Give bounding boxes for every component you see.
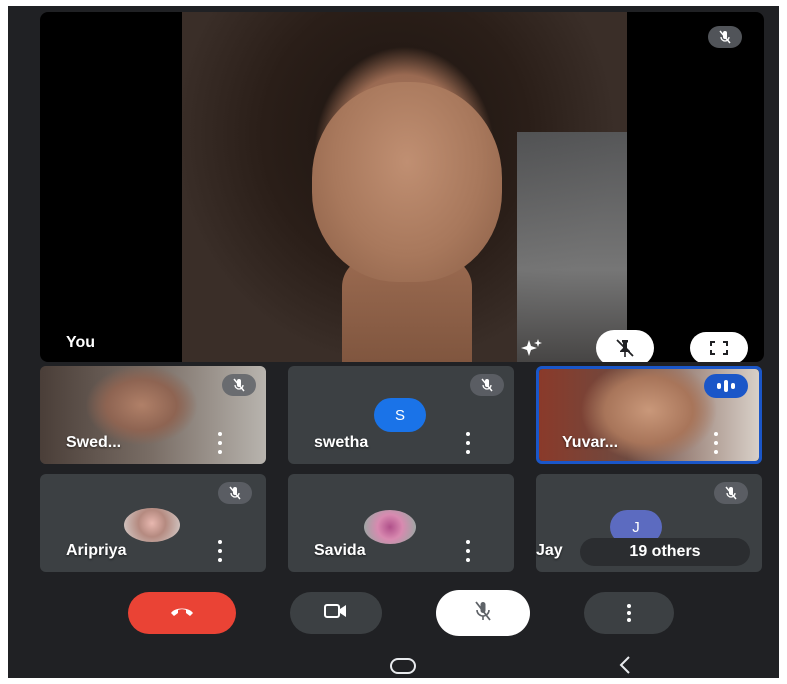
camera-icon	[324, 603, 348, 624]
speaking-indicator-icon	[704, 374, 748, 398]
participant-tile[interactable]: J Jay 19 others	[536, 474, 762, 572]
mic-off-icon	[470, 374, 504, 396]
end-call-icon	[169, 604, 195, 623]
participant-tile[interactable]: Swed...	[40, 366, 266, 464]
avatar	[364, 510, 416, 544]
mic-off-icon	[222, 374, 256, 396]
participant-name: Yuvar...	[562, 434, 619, 451]
more-options-button[interactable]	[584, 592, 674, 634]
sparkle-icon[interactable]	[514, 330, 550, 362]
meet-call-screen: You Swed... S swetha Yuvar... Aripriya S…	[8, 6, 779, 678]
self-name-label: You	[66, 334, 96, 351]
more-vert-icon[interactable]	[710, 432, 722, 454]
participant-tile[interactable]: S swetha	[288, 366, 514, 464]
participant-tile[interactable]: Savida	[288, 474, 514, 572]
mic-off-icon	[218, 482, 252, 504]
home-icon[interactable]	[390, 658, 416, 674]
mic-off-icon	[708, 26, 742, 48]
avatar	[124, 508, 180, 542]
more-vert-icon[interactable]	[214, 540, 226, 562]
participant-tile-active-speaker[interactable]: Yuvar...	[536, 366, 762, 464]
participant-name: Swed...	[66, 434, 122, 451]
unpin-icon[interactable]	[596, 330, 654, 362]
others-count-chip[interactable]: 19 others	[580, 538, 750, 566]
participant-name: swetha	[314, 434, 369, 451]
mic-off-icon	[714, 482, 748, 504]
more-vert-icon[interactable]	[462, 540, 474, 562]
back-icon[interactable]	[618, 654, 632, 678]
avatar: S	[374, 398, 426, 432]
participant-name: Jay	[536, 542, 563, 559]
more-vert-icon[interactable]	[214, 432, 226, 454]
end-call-button[interactable]	[128, 592, 236, 634]
self-video-tile[interactable]: You	[40, 12, 764, 362]
more-vert-icon	[627, 604, 631, 622]
mic-off-icon	[473, 600, 493, 627]
participant-name: Savida	[314, 542, 366, 559]
participant-tile[interactable]: Aripriya	[40, 474, 266, 572]
fullscreen-icon[interactable]	[690, 332, 748, 362]
microphone-button[interactable]	[436, 590, 530, 636]
camera-button[interactable]	[290, 592, 382, 634]
more-vert-icon[interactable]	[462, 432, 474, 454]
participant-name: Aripriya	[66, 542, 127, 559]
self-video-feed	[182, 12, 627, 362]
